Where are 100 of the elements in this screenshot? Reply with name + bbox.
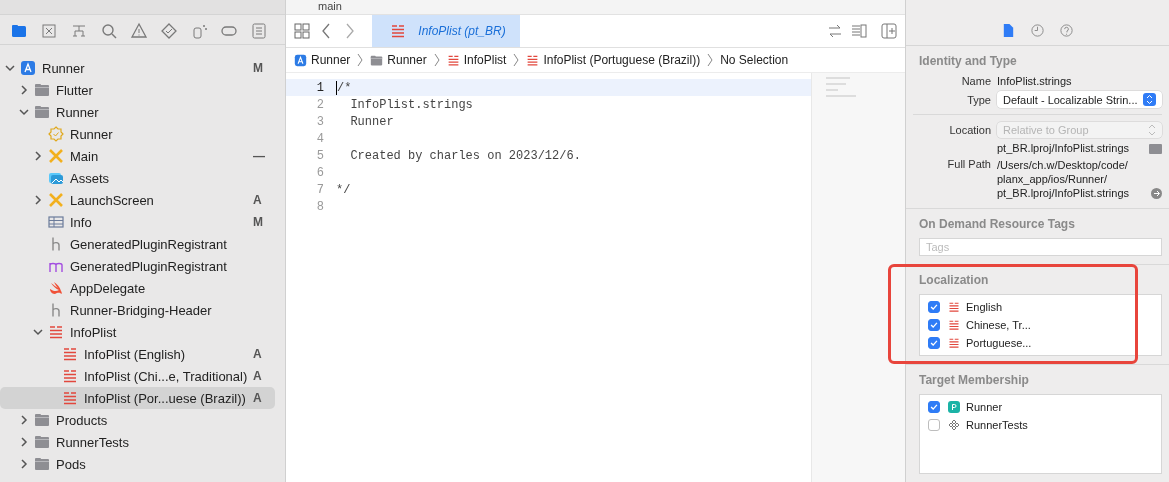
- folder-icon: [34, 434, 50, 450]
- chevron-separator-icon: [706, 53, 715, 67]
- file-tree-item[interactable]: Runner M: [0, 57, 275, 79]
- image-stack-icon: [48, 170, 64, 186]
- file-tree-item[interactable]: RunnerTests: [0, 431, 275, 453]
- chevron-right-icon[interactable]: [18, 84, 30, 96]
- arrow-circle-icon[interactable]: [1151, 188, 1162, 199]
- folder-icon[interactable]: [1149, 142, 1162, 154]
- storyboard-icon: [48, 192, 64, 208]
- chevron-right-icon[interactable]: [18, 414, 30, 426]
- chevron-right-icon[interactable]: [18, 458, 30, 470]
- section-title: Target Membership: [919, 373, 1030, 387]
- editor-tab[interactable]: InfoPlist (pt_BR): [372, 15, 520, 47]
- code-line: Runner: [349, 114, 394, 129]
- strings-file-icon: [526, 53, 540, 67]
- line-number: 6: [315, 165, 325, 180]
- section-title: Localization: [919, 273, 990, 287]
- folder-icon: [34, 104, 50, 120]
- field-label: Name: [960, 75, 991, 87]
- chevron-right-icon[interactable]: [32, 194, 44, 206]
- search-icon[interactable]: [100, 21, 118, 40]
- line-number: 3: [315, 114, 325, 129]
- app-project-icon: [20, 60, 36, 76]
- file-tree-item[interactable]: GeneratedPluginRegistrant: [0, 255, 275, 277]
- breadcrumb-item[interactable]: Runner: [370, 53, 427, 67]
- code-line: InfoPlist.strings: [349, 97, 473, 112]
- checkbox[interactable]: [928, 319, 940, 331]
- file-tree-item[interactable]: Products: [0, 409, 275, 431]
- chevron-right-icon[interactable]: [18, 436, 30, 448]
- file-tree-item[interactable]: Runner-Bridging-Header: [0, 299, 275, 321]
- checkbox[interactable]: [928, 419, 940, 431]
- checkbox[interactable]: [928, 301, 940, 313]
- line-number: 7: [315, 182, 325, 197]
- file-tree-item[interactable]: Assets: [0, 167, 275, 189]
- strings-file-icon: [446, 53, 460, 67]
- full-path: /Users/ch.w/Desktop/code/ planx_app/ios/Runner/ pt_BR.lproj/InfoPlist.strings: [997, 158, 1130, 200]
- chevron-separator-icon: [356, 53, 365, 67]
- target-name: RunnerTests: [966, 419, 1028, 431]
- language-name: Portuguese...: [966, 337, 1032, 349]
- file-tree-item[interactable]: InfoPlist (Chi...e, Traditional) A: [0, 365, 275, 387]
- section-title: On Demand Resource Tags: [919, 217, 1076, 231]
- storyboard-icon: [48, 148, 64, 164]
- file-tree-item[interactable]: Flutter: [0, 79, 275, 101]
- code-line: */: [336, 182, 351, 197]
- field-label: Type: [966, 93, 991, 106]
- section-title: Identity and Type: [919, 54, 1018, 68]
- grid-icon[interactable]: [294, 23, 310, 39]
- file-tree-item[interactable]: LaunchScreen A: [0, 189, 275, 211]
- breadcrumb-item[interactable]: No Selection: [720, 53, 789, 67]
- app-project-icon: [294, 53, 307, 67]
- breadcrumb-item[interactable]: InfoPlist (Portuguese (Brazil)): [526, 53, 701, 67]
- swift-icon: [48, 280, 64, 296]
- source-control-status: A: [253, 347, 263, 361]
- app-icon: [948, 401, 960, 413]
- file-tree-item[interactable]: Info M: [0, 211, 275, 233]
- file-name: InfoPlist.strings: [997, 75, 1073, 87]
- chevron-down-icon[interactable]: [4, 62, 16, 74]
- checkbox[interactable]: [928, 337, 940, 349]
- source-control-status: A: [253, 391, 263, 405]
- table-icon: [48, 214, 64, 230]
- file-tree-item[interactable]: Pods: [0, 453, 275, 475]
- stepper-icon: [1143, 93, 1156, 106]
- code-line: Created by charles on 2023/12/6.: [349, 148, 581, 163]
- line-number: 2: [315, 97, 325, 112]
- field-label: Location: [948, 124, 991, 136]
- test-diamond-icon[interactable]: [160, 21, 178, 40]
- file-tree-item[interactable]: InfoPlist: [0, 321, 275, 343]
- file-tree-item[interactable]: InfoPlist (Por...uese (Brazil)) A: [0, 387, 275, 409]
- folder-icon: [34, 456, 50, 472]
- file-tree-item[interactable]: InfoPlist (English) A: [0, 343, 275, 365]
- source-control-status: A: [253, 369, 263, 383]
- clock-icon[interactable]: [1030, 23, 1045, 38]
- warning-icon[interactable]: [130, 21, 148, 40]
- breadcrumb-item[interactable]: InfoPlist: [446, 53, 507, 67]
- chevron-right-icon[interactable]: [32, 150, 44, 162]
- type-dropdown[interactable]: Default - Localizable Strin...: [997, 91, 1162, 108]
- file-tree-item[interactable]: AppDelegate: [0, 277, 275, 299]
- add-editor-icon[interactable]: [881, 23, 897, 39]
- file-tree-item[interactable]: Runner: [0, 123, 275, 145]
- swap-arrows-icon[interactable]: [827, 23, 843, 39]
- chevron-down-icon[interactable]: [32, 326, 44, 338]
- file-tree-item[interactable]: Main —: [0, 145, 275, 167]
- strings-file-icon: [62, 346, 78, 362]
- chevron-down-icon[interactable]: [18, 106, 30, 118]
- checkbox[interactable]: [928, 401, 940, 413]
- code-line: /*: [337, 80, 352, 95]
- breadcrumb-item[interactable]: Runner: [294, 53, 351, 67]
- help-icon[interactable]: [1059, 23, 1074, 38]
- seal-check-icon: [48, 126, 64, 142]
- stepper-icon: [1148, 124, 1156, 136]
- file-icon[interactable]: [1001, 23, 1016, 38]
- file-tree-item[interactable]: GeneratedPluginRegistrant: [0, 233, 275, 255]
- strings-file-icon: [62, 368, 78, 384]
- file-tree-item[interactable]: Runner: [0, 101, 275, 123]
- tags-field[interactable]: Tags: [919, 238, 1162, 256]
- branch-name: main: [318, 0, 342, 12]
- source-control-status: —: [253, 149, 266, 163]
- line-number: 4: [315, 131, 325, 146]
- strings-file-icon: [948, 301, 960, 313]
- lines-panel-icon[interactable]: [851, 23, 867, 39]
